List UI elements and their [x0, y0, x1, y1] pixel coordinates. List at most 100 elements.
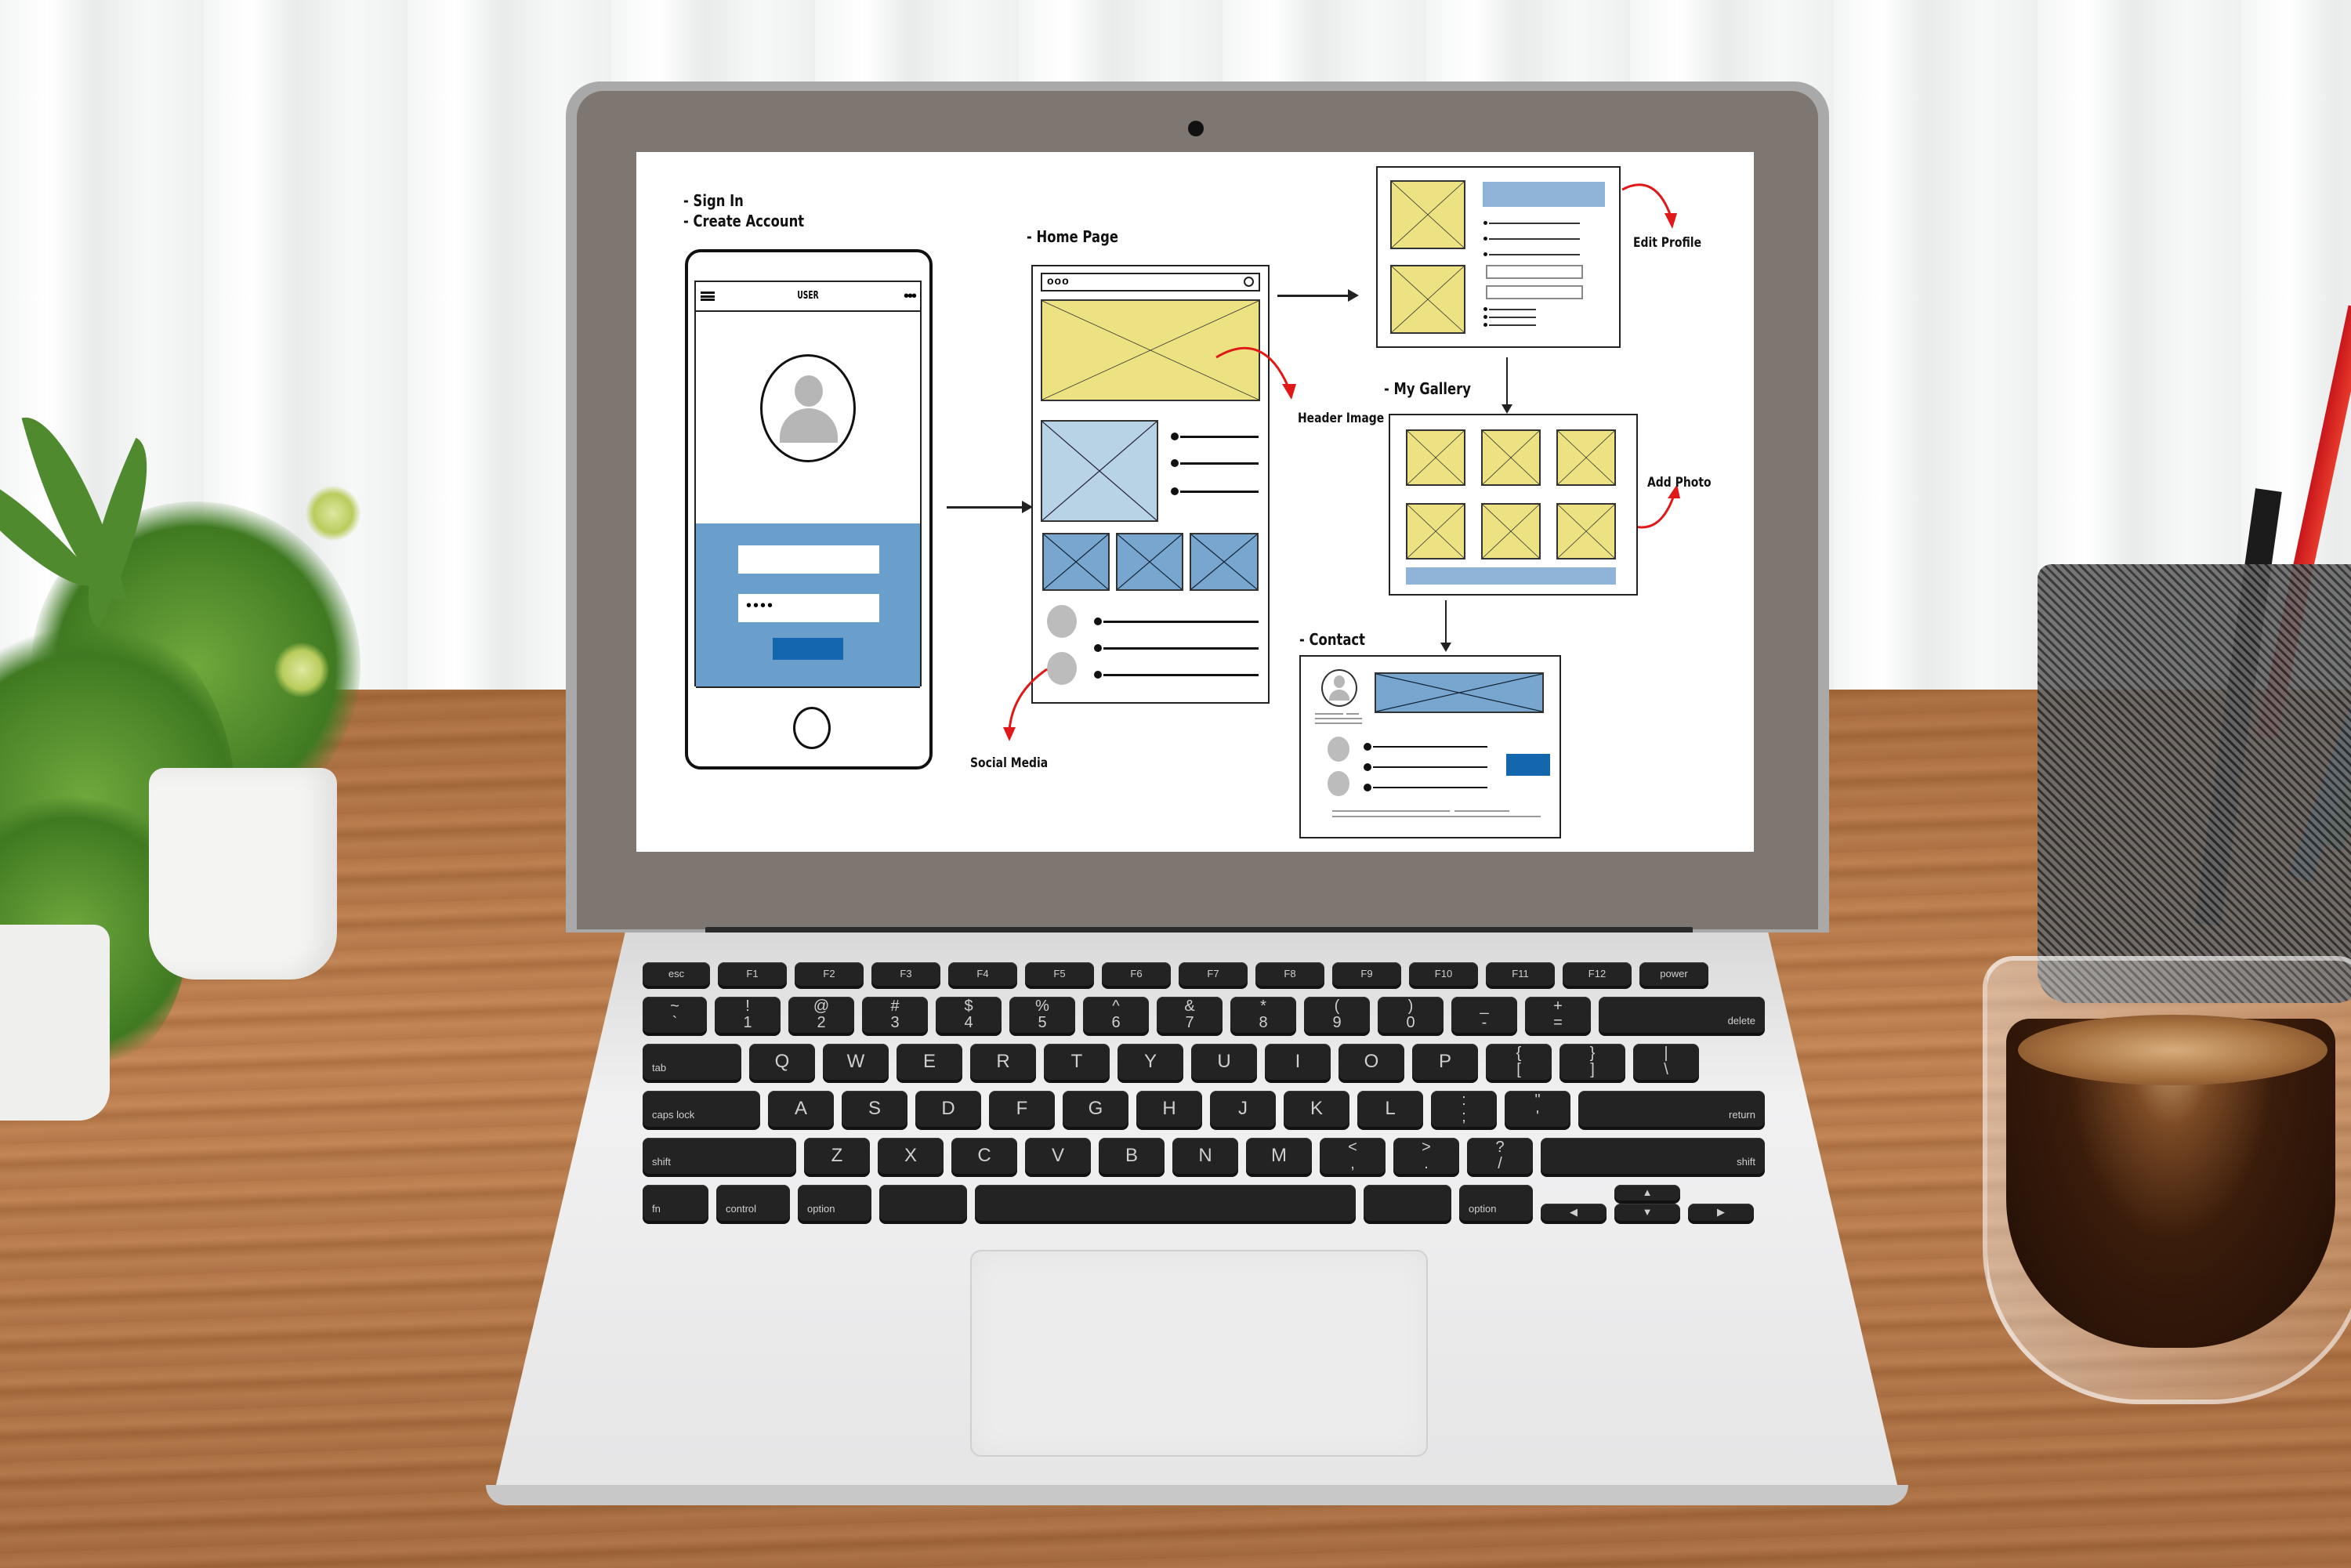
key-punct[interactable]: " ' — [1505, 1091, 1570, 1127]
contact-send-button[interactable] — [1506, 754, 1550, 776]
key-=[interactable]: + = — [1525, 997, 1591, 1033]
key-f8[interactable]: F8 — [1255, 962, 1324, 986]
home-search-bar[interactable]: ooo — [1041, 273, 1260, 292]
key-f[interactable]: F — [989, 1091, 1055, 1127]
key-caps-lock[interactable]: caps lock — [643, 1091, 760, 1127]
key-7[interactable]: & 7 — [1157, 997, 1223, 1033]
key-f7[interactable]: F7 — [1179, 962, 1248, 986]
key-x[interactable]: X — [878, 1138, 944, 1174]
key-f3[interactable]: F3 — [871, 962, 940, 986]
key-fn[interactable]: fn — [643, 1185, 708, 1221]
key-f6[interactable]: F6 — [1102, 962, 1171, 986]
key-6[interactable]: ^ 6 — [1083, 997, 1149, 1033]
key-n[interactable]: N — [1172, 1138, 1238, 1174]
key-f2[interactable]: F2 — [795, 962, 864, 986]
gallery-photo[interactable] — [1556, 503, 1616, 559]
key-s[interactable]: S — [842, 1091, 907, 1127]
key-shift-left[interactable]: shift — [643, 1138, 796, 1174]
key-f9[interactable]: F9 — [1332, 962, 1401, 986]
key-f1[interactable]: F1 — [718, 962, 787, 986]
key-k[interactable]: K — [1284, 1091, 1349, 1127]
key-d[interactable]: D — [915, 1091, 981, 1127]
key-i[interactable]: I — [1265, 1044, 1331, 1080]
key-delete[interactable]: delete — [1599, 997, 1765, 1033]
key-bracket[interactable]: {[ — [1486, 1044, 1552, 1080]
key-h[interactable]: H — [1136, 1091, 1202, 1127]
magnifier-icon[interactable] — [1244, 277, 1254, 287]
key-bracket[interactable]: }] — [1559, 1044, 1625, 1080]
key-label: F3 — [900, 968, 912, 980]
key-3[interactable]: #3 — [862, 997, 928, 1033]
key-option-right[interactable]: option — [1459, 1185, 1533, 1221]
key-4[interactable]: $4 — [936, 997, 1002, 1033]
key-8[interactable]: * 8 — [1230, 997, 1296, 1033]
key-f5[interactable]: F5 — [1025, 962, 1094, 986]
laptop-screen[interactable]: - Sign In - Create Account USER ••• •••• — [636, 152, 1754, 852]
key-g[interactable]: G — [1063, 1091, 1128, 1127]
key-2[interactable]: @2 — [788, 997, 854, 1033]
key-punct[interactable]: :; — [1431, 1091, 1497, 1127]
key-0[interactable]: ) 0 — [1378, 997, 1444, 1033]
key-e[interactable]: E — [897, 1044, 962, 1080]
key-bracket[interactable]: | \ — [1633, 1044, 1699, 1080]
key-option-left[interactable]: option — [798, 1185, 871, 1221]
login-button[interactable] — [773, 638, 843, 660]
key-arrow-right[interactable]: ▶ — [1688, 1204, 1754, 1221]
profile-input[interactable] — [1486, 265, 1583, 279]
gallery-photo[interactable] — [1481, 429, 1541, 486]
key-f12[interactable]: F12 — [1563, 962, 1632, 986]
ellipsis-icon[interactable]: ••• — [904, 288, 917, 304]
key-j[interactable]: J — [1210, 1091, 1276, 1127]
key-1[interactable]: ! 1 — [715, 997, 781, 1033]
profile-input[interactable] — [1486, 285, 1583, 299]
key-o[interactable]: O — [1339, 1044, 1404, 1080]
key-control[interactable]: control — [716, 1185, 790, 1221]
key-y[interactable]: Y — [1118, 1044, 1183, 1080]
key-m[interactable]: M — [1246, 1138, 1312, 1174]
key-f10[interactable]: F10 — [1409, 962, 1478, 986]
key-c[interactable]: C — [951, 1138, 1017, 1174]
key-5[interactable]: % 5 — [1009, 997, 1075, 1033]
key-return[interactable]: return — [1578, 1091, 1765, 1127]
key-tab[interactable]: tab — [643, 1044, 741, 1080]
key-b[interactable]: B — [1099, 1138, 1165, 1174]
key-v[interactable]: V — [1025, 1138, 1091, 1174]
key-9[interactable]: (9 — [1304, 997, 1370, 1033]
key-command-left[interactable] — [879, 1185, 967, 1221]
key-arrow-down[interactable]: ▼ — [1614, 1204, 1680, 1221]
key-t[interactable]: T — [1044, 1044, 1110, 1080]
key-z[interactable]: Z — [804, 1138, 870, 1174]
gallery-photo[interactable] — [1556, 429, 1616, 486]
key-`[interactable]: ~ ` — [643, 997, 707, 1033]
hamburger-icon[interactable] — [701, 292, 715, 301]
key-q[interactable]: Q — [749, 1044, 815, 1080]
key-l[interactable]: L — [1357, 1091, 1423, 1127]
key-punct[interactable]: >. — [1393, 1138, 1459, 1174]
password-field[interactable]: •••• — [738, 594, 879, 622]
gallery-photo[interactable] — [1406, 429, 1465, 486]
home-button[interactable] — [793, 707, 831, 749]
key--[interactable]: _ - — [1451, 997, 1517, 1033]
key-esc[interactable]: esc — [643, 962, 710, 986]
key-f4[interactable]: F4 — [948, 962, 1017, 986]
trackpad[interactable] — [970, 1250, 1428, 1457]
key-label: F4 — [976, 968, 989, 980]
key-f11[interactable]: F11 — [1486, 962, 1555, 986]
key-power[interactable]: power — [1639, 962, 1708, 986]
key-u[interactable]: U — [1191, 1044, 1257, 1080]
key-p[interactable]: P — [1412, 1044, 1478, 1080]
key-space[interactable] — [975, 1185, 1356, 1221]
key-punct[interactable]: <, — [1320, 1138, 1386, 1174]
key-punct[interactable]: ? / — [1467, 1138, 1533, 1174]
gallery-photo[interactable] — [1406, 503, 1465, 559]
key-shift-right[interactable]: shift — [1541, 1138, 1765, 1174]
key-command-right[interactable] — [1364, 1185, 1451, 1221]
key-arrow-left[interactable]: ◀ — [1541, 1204, 1607, 1221]
key-a[interactable]: A — [768, 1091, 834, 1127]
gallery-photo[interactable] — [1481, 503, 1541, 559]
key-arrow-up[interactable]: ▲ — [1614, 1185, 1680, 1200]
laptop-front-edge — [486, 1485, 1908, 1505]
username-field[interactable] — [738, 545, 879, 574]
key-r[interactable]: R — [970, 1044, 1036, 1080]
key-w[interactable]: W — [823, 1044, 889, 1080]
